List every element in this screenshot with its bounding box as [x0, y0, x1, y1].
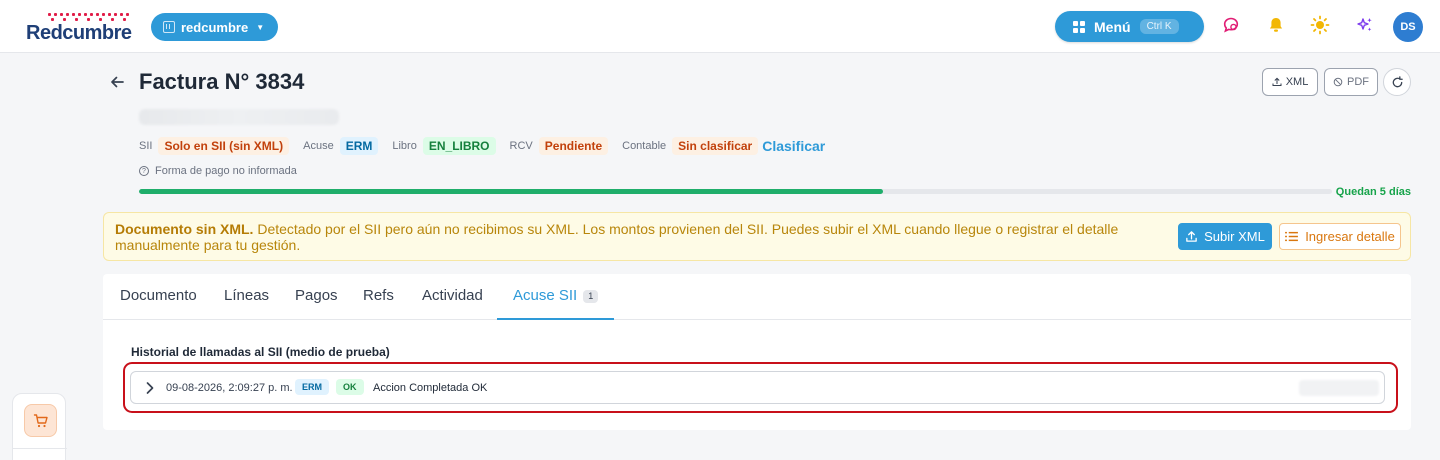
widget-divider — [13, 448, 67, 449]
rcv-badge: Pendiente — [538, 137, 609, 155]
pdf-button[interactable]: PDF — [1324, 68, 1378, 96]
alert-title: Documento sin XML. — [115, 221, 254, 237]
top-navbar: Redcumbre redcumbre ▼ Menú Ctrl K DS — [0, 0, 1440, 53]
back-arrow-icon[interactable] — [108, 73, 128, 93]
deadline-label: Quedan 5 días — [1335, 186, 1411, 198]
cart-icon — [33, 413, 48, 427]
xml-button[interactable]: XML — [1262, 68, 1318, 96]
tab-pagos[interactable]: Pagos — [295, 274, 338, 320]
tab-refs[interactable]: Refs — [363, 274, 394, 320]
org-switcher[interactable]: redcumbre ▼ — [151, 13, 279, 41]
tab-acuse-sii-label: Acuse SII — [513, 287, 578, 304]
cart-button[interactable] — [24, 404, 57, 437]
deadline-progress-fill — [139, 189, 884, 194]
chat-icon[interactable] — [1220, 14, 1242, 36]
help-circle-icon: ? — [139, 166, 149, 176]
contable-label: Contable — [622, 140, 667, 152]
bell-icon[interactable] — [1265, 14, 1287, 36]
brand-logo[interactable]: Redcumbre — [26, 10, 136, 44]
payment-note: ? Forma de pago no informada — [139, 165, 297, 177]
tab-acuse-sii[interactable]: Acuse SII 1 — [497, 274, 615, 320]
refresh-button[interactable] — [1383, 68, 1411, 96]
upload-xml-label: Subir XML — [1204, 229, 1265, 244]
redacted-subtitle — [139, 109, 339, 125]
org-name: redcumbre — [181, 19, 249, 35]
page-title: Factura N° 3834 — [139, 69, 305, 94]
deadline-progress-bar — [139, 189, 1332, 194]
xml-button-label: XML — [1285, 76, 1309, 88]
status-row: SII Solo en SII (sin XML) Acuse ERM Libr… — [139, 137, 825, 155]
list-icon — [1285, 231, 1299, 242]
floating-cart-widget — [12, 393, 67, 460]
logo-text: Redcumbre — [26, 22, 132, 44]
history-title: Historial de llamadas al SII (medio de p… — [131, 345, 390, 359]
tab-documento[interactable]: Documento — [120, 274, 197, 320]
classify-link[interactable]: Clasificar — [762, 138, 825, 154]
building-icon — [163, 21, 175, 33]
tab-actividad[interactable]: Actividad — [422, 274, 483, 320]
acuse-label: Acuse — [303, 140, 334, 152]
tab-lineas[interactable]: Líneas — [224, 274, 269, 320]
alert-message: Detectado por el SII pero aún no recibim… — [115, 221, 1119, 253]
libro-label: Libro — [392, 140, 417, 152]
upload-icon — [1272, 77, 1282, 86]
pdf-button-label: PDF — [1347, 76, 1369, 88]
manual-entry-button[interactable]: Ingresar detalle — [1279, 223, 1401, 250]
no-entry-icon — [1333, 77, 1343, 87]
menu-label: Menú — [1094, 18, 1131, 35]
contable-badge: Sin clasificar — [672, 137, 759, 155]
grid-icon — [1073, 20, 1085, 33]
user-avatar[interactable]: DS — [1393, 12, 1423, 42]
menu-button[interactable]: Menú Ctrl K — [1055, 11, 1204, 42]
tab-count-badge: 1 — [583, 289, 599, 303]
upload-xml-button[interactable]: Subir XML — [1178, 223, 1272, 250]
menu-shortcut: Ctrl K — [1139, 19, 1179, 34]
sii-label: SII — [139, 140, 153, 152]
payment-note-text: Forma de pago no informada — [155, 165, 297, 177]
rcv-label: RCV — [509, 140, 533, 152]
tab-bar: Documento Líneas Pagos Refs Actividad Ac… — [103, 274, 1411, 320]
sparkles-icon[interactable] — [1354, 14, 1376, 36]
libro-badge: EN_LIBRO — [422, 137, 496, 155]
sii-badge: Solo en SII (sin XML) — [158, 137, 290, 155]
caret-down-icon: ▼ — [256, 22, 265, 32]
highlight-annotation — [123, 362, 1398, 413]
alert-text: Documento sin XML. Detectado por el SII … — [115, 221, 1135, 253]
acuse-badge: ERM — [339, 137, 379, 155]
manual-entry-label: Ingresar detalle — [1305, 229, 1395, 244]
sun-icon[interactable] — [1309, 14, 1331, 36]
upload-icon — [1186, 231, 1197, 242]
refresh-icon — [1392, 75, 1403, 87]
